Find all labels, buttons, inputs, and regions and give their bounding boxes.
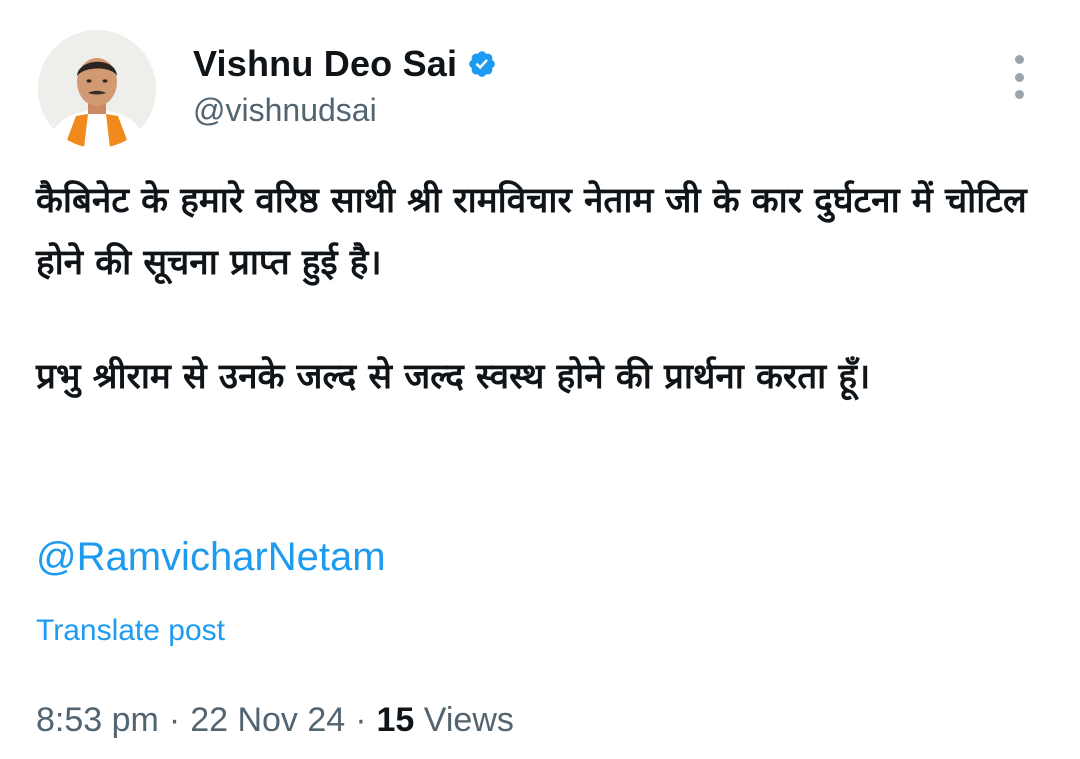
tweet-paragraph-1: कैबिनेट के हमारे वरिष्ठ साथी श्री रामविच… (36, 181, 1027, 283)
author-header: Vishnu Deo Sai @vishnudsai (193, 40, 497, 129)
separator: · (355, 701, 367, 739)
tweet-date[interactable]: 22 Nov 24 (190, 701, 345, 739)
tweet-metadata: 8:53 pm · 22 Nov 24 · 15 Views (36, 701, 514, 740)
display-name[interactable]: Vishnu Deo Sai (193, 43, 457, 85)
tweet-text: कैबिनेट के हमारे वरिष्ठ साथी श्री रामविच… (36, 170, 1046, 408)
separator: · (168, 701, 181, 739)
profile-photo-icon (38, 30, 156, 148)
verified-badge-icon[interactable] (467, 49, 497, 79)
more-dot (1014, 55, 1024, 64)
more-dot (1014, 72, 1024, 82)
tweet-time[interactable]: 8:53 pm (36, 701, 159, 739)
more-dot (1014, 90, 1024, 99)
mention-link[interactable]: @RamvicharNetam (36, 535, 386, 580)
views-count[interactable]: 15 (377, 701, 415, 739)
tweet-card: Vishnu Deo Sai @vishnudsai कैबिनेट के हम… (0, 0, 1080, 759)
translate-post-link[interactable]: Translate post (36, 614, 225, 648)
more-options-icon[interactable] (1005, 55, 1033, 99)
views-label: Views (423, 701, 514, 739)
avatar[interactable] (38, 30, 156, 148)
tweet-paragraph-2: प्रभु श्रीराम से उनके जल्द से जल्द स्वस्… (36, 357, 871, 397)
user-handle[interactable]: @vishnudsai (193, 92, 497, 129)
name-row: Vishnu Deo Sai (193, 40, 497, 88)
